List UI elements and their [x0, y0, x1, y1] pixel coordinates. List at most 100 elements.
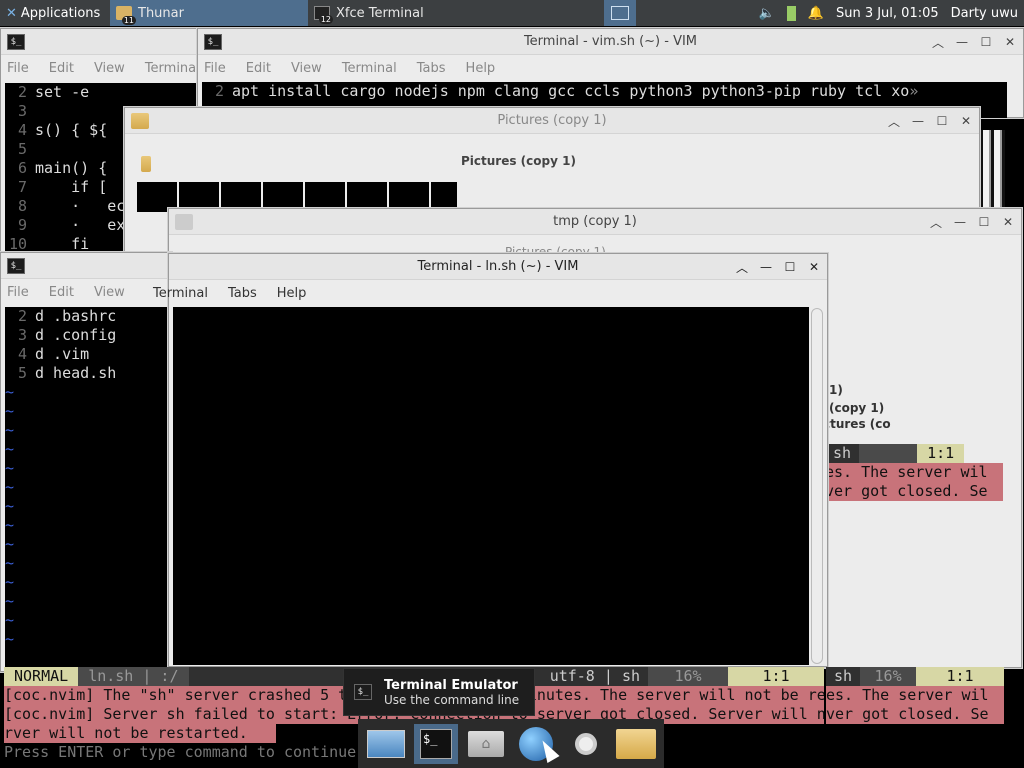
user-menu[interactable]: Darty uwu — [945, 0, 1024, 26]
close-icon[interactable]: ✕ — [959, 114, 973, 128]
titlebar[interactable]: $_ Terminal - vim.sh (~) - VIM ︿ — ☐ ✕ — [198, 29, 1023, 55]
chevron-up-icon[interactable]: ︿ — [931, 34, 945, 51]
menu-terminal[interactable]: Terminal — [342, 61, 397, 76]
menu-view[interactable]: View — [94, 285, 125, 300]
code-line: 5d head.sh — [17, 364, 117, 382]
minimize-icon[interactable]: — — [911, 114, 925, 128]
terminal-icon: $_ — [7, 33, 25, 50]
error-message: rver will not be restarted. — [4, 724, 276, 743]
close-icon[interactable]: ✕ — [807, 260, 821, 274]
tooltip-subtitle: Use the command line — [384, 692, 520, 707]
menu-file[interactable]: File — [204, 61, 226, 76]
search-icon[interactable] — [564, 724, 608, 764]
applications-menu[interactable]: ✕ Applications — [0, 0, 110, 26]
window-title: tmp (copy 1) — [553, 214, 637, 229]
xfce-logo-icon: ✕ — [6, 5, 17, 21]
maximize-icon[interactable]: ☐ — [979, 35, 993, 49]
menu-help[interactable]: Help — [277, 286, 307, 301]
menu-terminal[interactable]: Terminal — [153, 286, 208, 301]
scrollbar[interactable] — [811, 308, 823, 664]
code-line: 2d .bashrc — [17, 307, 117, 325]
window-controls: ︿ — ☐ ✕ — [931, 29, 1017, 55]
titlebar[interactable]: Terminal - ln.sh (~) - VIM ︿ — ☐ ✕ — [169, 254, 827, 280]
dock: $_ ⌂ — [358, 719, 664, 768]
scroll-percent: 16% — [648, 667, 728, 686]
code-line: 4d .vim — [17, 345, 90, 363]
terminal-launcher-icon[interactable]: $_ — [414, 723, 458, 764]
window-controls: ︿ — ☐ ✕ — [887, 108, 973, 134]
folder-icon — [141, 156, 151, 172]
terminal-icon: $_ — [354, 684, 372, 700]
copy-label: 1) — [829, 383, 843, 397]
filename: ln.sh | :/ — [78, 667, 189, 686]
terminal-content[interactable]: 2d .bashrc 3d .config 4d .vim 5d head.sh… — [5, 307, 173, 671]
minimize-icon[interactable]: — — [955, 35, 969, 49]
window-title: Pictures (copy 1) — [497, 113, 607, 128]
titlebar[interactable]: $_ — [1, 253, 171, 279]
tooltip: $_ Terminal Emulator Use the command lin… — [343, 668, 535, 716]
top-panel: ✕ Applications 11 Thunar 12 Xfce Termina… — [0, 0, 1024, 26]
show-desktop-icon[interactable] — [364, 724, 408, 764]
menu-view[interactable]: View — [94, 61, 125, 76]
empty-line: ~ — [5, 630, 15, 648]
chevron-up-icon[interactable]: ︿ — [929, 214, 943, 231]
maximize-icon[interactable]: ☐ — [935, 114, 949, 128]
volume-icon[interactable]: 🔈 — [753, 0, 781, 26]
thunar-icon: 11 — [116, 6, 136, 25]
task-thunar[interactable]: 11 Thunar — [110, 0, 308, 26]
empty-line: ~ — [5, 459, 15, 477]
task-xfce-terminal-label: Xfce Terminal — [336, 5, 424, 21]
terminal-window-ln-sh[interactable]: Terminal - ln.sh (~) - VIM ︿ — ☐ ✕ Termi… — [153, 253, 828, 667]
error-fragment: es. The server wil — [825, 463, 1003, 482]
titlebar[interactable]: $_ — [1, 29, 199, 55]
error-fragment: ver got closed. Se — [825, 482, 1003, 501]
menubar: File Edit View Termina — [1, 55, 199, 81]
terminal-icon: $_ — [204, 33, 222, 50]
menu-file[interactable]: File — [7, 61, 29, 76]
menu-tabs[interactable]: Tabs — [228, 286, 257, 301]
notification-icon[interactable]: 🔔 — [802, 0, 830, 26]
code-line: 3d .config — [17, 326, 117, 344]
mode-indicator: NORMAL — [4, 667, 79, 686]
minimize-icon[interactable]: — — [953, 215, 967, 229]
empty-line: ~ — [5, 611, 15, 629]
menu-view[interactable]: View — [291, 61, 322, 76]
titlebar[interactable]: tmp (copy 1) ︿ — ☐ ✕ — [169, 209, 1021, 235]
empty-line: ~ — [5, 516, 15, 534]
menu-edit[interactable]: Edit — [246, 61, 271, 76]
menu-help[interactable]: Help — [466, 61, 496, 76]
chevron-up-icon[interactable]: ︿ — [735, 259, 749, 276]
chevron-up-icon[interactable]: ︿ — [887, 113, 901, 130]
error-fragment: es. The server wil — [826, 686, 1004, 705]
terminal-content[interactable] — [173, 307, 809, 665]
empty-line: ~ — [5, 402, 15, 420]
menu-file[interactable]: File — [7, 285, 29, 300]
show-desktop-button[interactable] — [604, 0, 636, 26]
menubar: File Edit View Terminal Tabs Help — [198, 55, 1023, 81]
empty-line: ~ — [5, 592, 15, 610]
menubar: Terminal Tabs Help — [153, 280, 827, 306]
minimize-icon[interactable]: — — [759, 260, 773, 274]
empty-line: ~ — [5, 497, 15, 515]
maximize-icon[interactable]: ☐ — [977, 215, 991, 229]
empty-line: ~ — [5, 421, 15, 439]
error-fragment: ver got closed. Se — [826, 705, 1004, 724]
menu-tabs[interactable]: Tabs — [417, 61, 446, 76]
close-icon[interactable]: ✕ — [1003, 35, 1017, 49]
terminal-window-vim-sh[interactable]: $_ Terminal - vim.sh (~) - VIM ︿ — ☐ ✕ F… — [197, 28, 1024, 118]
close-icon[interactable]: ✕ — [1001, 215, 1015, 229]
task-xfce-terminal[interactable]: 12 Xfce Terminal — [308, 0, 508, 26]
menu-edit[interactable]: Edit — [49, 285, 74, 300]
cursor-position: 1:1 — [728, 667, 824, 686]
battery-icon[interactable] — [781, 0, 802, 26]
applications-label: Applications — [20, 5, 101, 21]
home-folder-icon[interactable]: ⌂ — [464, 724, 508, 764]
titlebar[interactable]: Pictures (copy 1) ︿ — ☐ ✕ — [125, 108, 979, 134]
maximize-icon[interactable]: ☐ — [783, 260, 797, 274]
file-manager-icon[interactable] — [614, 724, 658, 764]
menu-edit[interactable]: Edit — [49, 61, 74, 76]
copy-label: ctures (co — [823, 417, 891, 431]
menu-terminal[interactable]: Termina — [145, 61, 196, 76]
terminal-window-left-bottom[interactable]: $_ File Edit View 2d .bashrc 3d .config … — [0, 252, 173, 672]
clock[interactable]: Sun 3 Jul, 01:05 — [830, 0, 945, 26]
